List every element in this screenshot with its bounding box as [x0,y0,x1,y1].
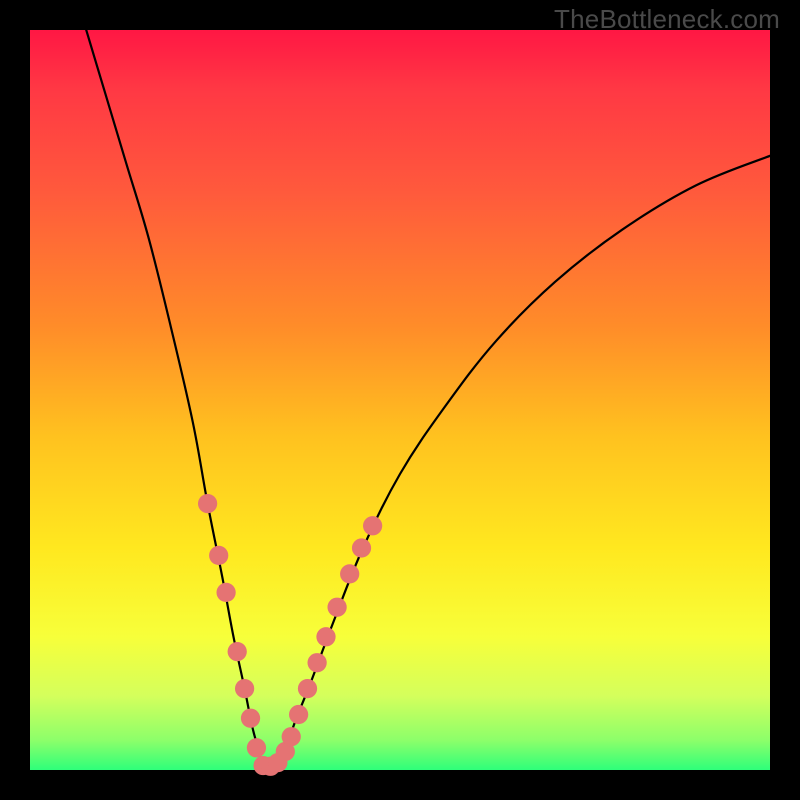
curve-marker [340,564,359,583]
curve-marker [282,727,301,746]
curve-markers [198,494,382,776]
curve-marker [235,679,254,698]
curve-marker [209,546,228,565]
curve-marker [352,538,371,557]
curve-marker [316,627,335,646]
chart-frame: TheBottleneck.com [0,0,800,800]
curve-marker [298,679,317,698]
curve-marker [241,709,260,728]
bottleneck-curve [82,15,770,767]
curve-marker [228,642,247,661]
curve-marker [289,705,308,724]
curve-marker [308,653,327,672]
curve-marker [327,598,346,617]
plot-area [30,30,770,770]
curve-marker [363,516,382,535]
watermark-text: TheBottleneck.com [554,4,780,35]
curve-marker [216,583,235,602]
curve-layer [30,30,770,770]
curve-marker [247,738,266,757]
curve-marker [198,494,217,513]
